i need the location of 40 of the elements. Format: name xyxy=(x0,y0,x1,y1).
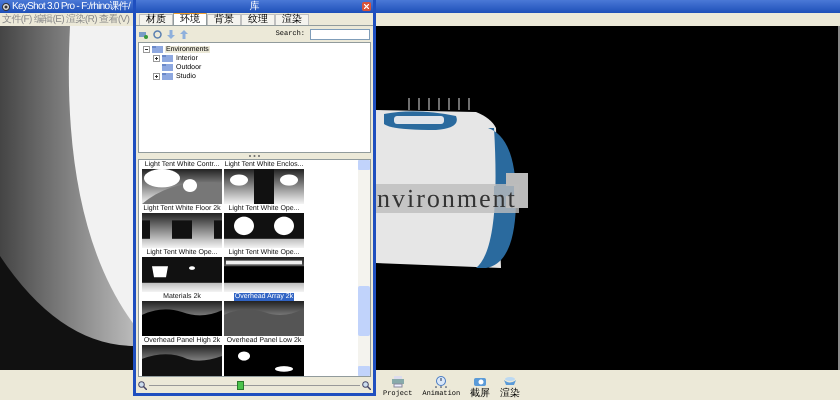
environment-thumbnail[interactable] xyxy=(142,345,222,376)
toolbar-button[interactable]: 截屏 xyxy=(469,375,492,399)
window-title: KeyShot 3.0 Pro - F:/rhino课件/ xyxy=(12,2,130,12)
stopwatch-icon xyxy=(434,375,448,388)
tab[interactable]: 背景 xyxy=(207,14,241,25)
folder-icon xyxy=(162,55,173,62)
scrollbar[interactable] xyxy=(358,160,370,376)
environment-thumbnail[interactable] xyxy=(142,301,222,336)
folder-icon xyxy=(162,64,173,71)
overlay-caption: nvironment xyxy=(375,184,519,213)
tab[interactable]: 材质 xyxy=(139,14,173,25)
environment-thumbnail[interactable] xyxy=(142,257,222,292)
folder-icon xyxy=(152,46,163,53)
expand-icon[interactable] xyxy=(153,73,160,80)
environment-thumbnail[interactable] xyxy=(224,301,304,336)
printer-icon xyxy=(390,375,405,388)
add-folder-icon[interactable] xyxy=(139,30,148,38)
environment-thumbnail[interactable] xyxy=(224,257,304,292)
camera-icon xyxy=(473,375,488,388)
toolbar-button[interactable]: 渲染 xyxy=(499,375,522,399)
app-icon xyxy=(2,2,10,10)
collapse-icon[interactable] xyxy=(143,46,150,53)
zoom-out-icon[interactable] xyxy=(138,380,147,390)
tab[interactable]: 环境 xyxy=(173,12,207,25)
close-icon xyxy=(364,4,369,9)
slider-thumb[interactable] xyxy=(236,380,244,390)
close-button[interactable] xyxy=(362,2,371,11)
dialog-title: 库 xyxy=(250,2,260,12)
environment-thumbnail[interactable] xyxy=(224,213,304,248)
search-field[interactable] xyxy=(310,28,370,40)
zoom-slider[interactable] xyxy=(149,380,360,390)
environment-thumbnail[interactable] xyxy=(142,169,222,204)
environment-thumbnail[interactable] xyxy=(142,213,222,248)
environment-thumbnail[interactable] xyxy=(224,169,304,204)
expand-icon[interactable] xyxy=(153,55,160,62)
tab[interactable]: 渲染 xyxy=(275,14,309,25)
environment-thumbnail[interactable] xyxy=(224,345,304,376)
tab[interactable]: 纹理 xyxy=(241,14,275,25)
folder-icon xyxy=(162,73,173,80)
zoom-in-icon[interactable] xyxy=(362,380,371,390)
